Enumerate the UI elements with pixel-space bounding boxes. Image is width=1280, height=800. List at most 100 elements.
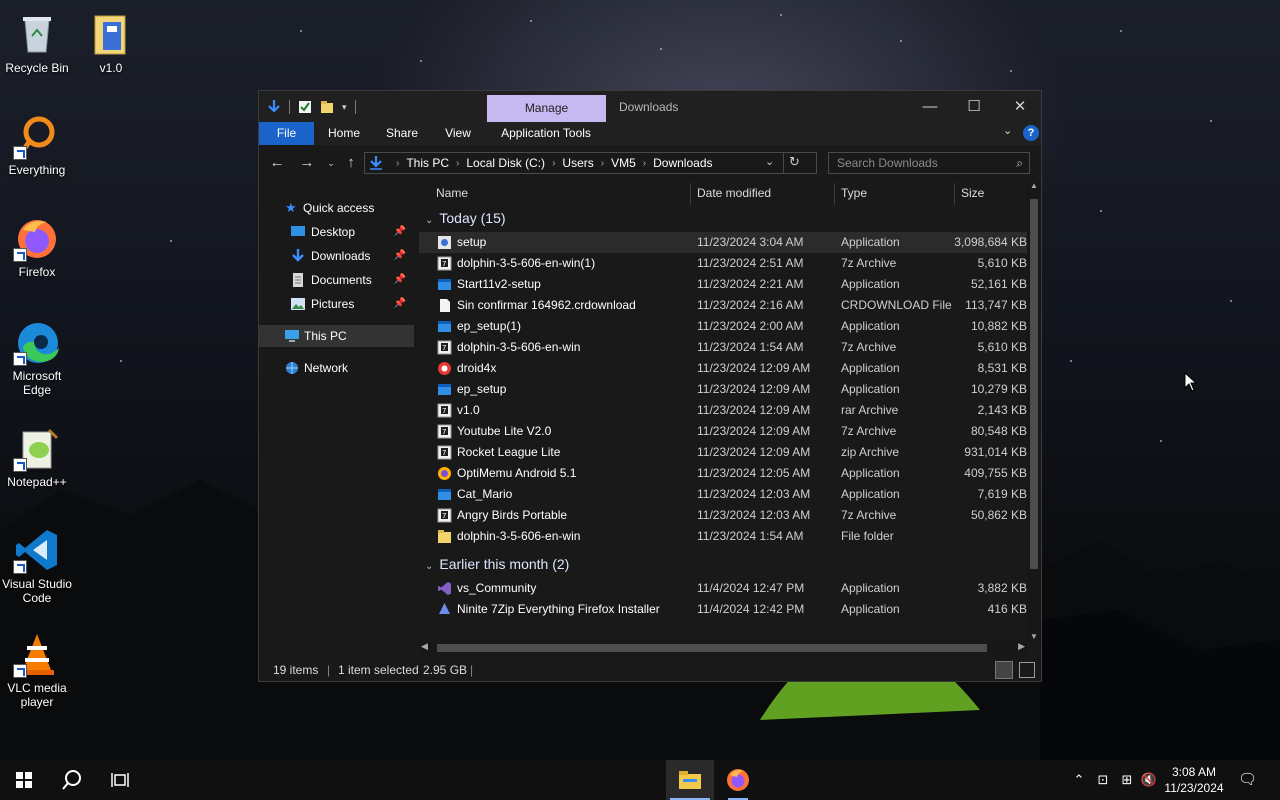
nav-downloads[interactable]: Downloads 📌 <box>259 245 414 267</box>
file-row[interactable]: 7 dolphin-3-5-606-en-win 11/23/2024 1:54 A… <box>419 337 1027 358</box>
file-type: Application <box>841 319 900 333</box>
file-row[interactable]: 7 Angry Birds Portable 11/23/2024 12:03 AM… <box>419 505 1027 526</box>
nav-this-pc[interactable]: This PC <box>259 325 414 347</box>
refresh-button[interactable]: ↻ <box>789 154 800 170</box>
desktop-icon-everything[interactable]: Everything <box>0 112 74 177</box>
desktop-icon-vlc[interactable]: VLC media player <box>0 630 74 709</box>
nav-network[interactable]: Network <box>259 357 414 379</box>
tab-application-tools[interactable]: Application Tools <box>493 122 599 145</box>
large-icons-view-button[interactable] <box>1019 662 1035 678</box>
group-header[interactable]: ⌄ Earlier this month (2) <box>425 553 569 575</box>
file-row[interactable]: vs_Community 11/4/2024 12:47 PM Applicatio… <box>419 578 1027 599</box>
close-button[interactable]: ✕ <box>997 91 1043 122</box>
tab-file[interactable]: File <box>259 122 314 145</box>
vertical-scrollbar[interactable]: ▲ ▼ <box>1027 181 1041 641</box>
column-divider[interactable] <box>954 183 955 205</box>
up-button[interactable]: ↑ <box>341 153 361 173</box>
address-bar[interactable]: › This PC › Local Disk (C:) › Users › VM… <box>364 152 817 174</box>
vscode-icon <box>13 526 61 574</box>
column-divider[interactable] <box>690 183 691 205</box>
breadcrumb-this-pc[interactable]: This PC <box>406 156 449 170</box>
scroll-down-icon[interactable]: ▼ <box>1030 632 1038 641</box>
column-divider[interactable] <box>834 183 835 205</box>
customize-qat-icon[interactable]: ▾ <box>342 102 347 113</box>
tab-home[interactable]: Home <box>319 122 369 145</box>
tab-share[interactable]: Share <box>377 122 427 145</box>
file-row[interactable]: OptiMemu Android 5.1 11/23/2024 12:05 AM A… <box>419 463 1027 484</box>
breadcrumb-local-disk[interactable]: Local Disk (C:) <box>466 156 545 170</box>
file-row[interactable]: Cat_Mario 11/23/2024 12:03 AM Application 7… <box>419 484 1027 505</box>
task-view-button[interactable] <box>96 760 144 800</box>
taskbar-file-explorer[interactable] <box>666 760 714 800</box>
search-button[interactable] <box>48 760 96 800</box>
archive-icon: 7 <box>437 403 452 418</box>
file-row[interactable]: setup 11/23/2024 3:04 AM Application 3,098,… <box>419 232 1027 253</box>
file-row[interactable]: ep_setup 11/23/2024 12:09 AM Application 10… <box>419 379 1027 400</box>
column-header-type[interactable]: Type <box>841 181 867 205</box>
desktop-icon-v1[interactable]: v1.0 <box>74 10 148 75</box>
column-header-date[interactable]: Date modified <box>697 181 771 205</box>
search-input[interactable]: Search Downloads ⌕ <box>828 152 1030 174</box>
nav-quick-access[interactable]: ★ Quick access <box>259 197 414 219</box>
taskbar-firefox[interactable] <box>714 760 762 800</box>
file-name: Cat_Mario <box>457 487 513 501</box>
file-row[interactable]: 7 Youtube Lite V2.0 11/23/2024 12:09 AM 7z … <box>419 421 1027 442</box>
new-folder-icon[interactable] <box>320 100 334 114</box>
start-button[interactable] <box>0 760 48 800</box>
tray-app-icon[interactable]: ⊡ <box>1094 772 1112 788</box>
file-row[interactable]: ep_setup(1) 11/23/2024 2:00 AM Application… <box>419 316 1027 337</box>
breadcrumb-users[interactable]: Users <box>562 156 593 170</box>
file-row[interactable]: Ninite 7Zip Everything Firefox Installer… <box>419 599 1027 620</box>
help-icon[interactable]: ? <box>1023 125 1039 141</box>
address-dropdown-icon[interactable]: ⌄ <box>765 155 774 168</box>
details-view-button[interactable] <box>995 661 1013 679</box>
breadcrumb-downloads[interactable]: Downloads <box>653 156 712 170</box>
minimize-button[interactable]: — <box>907 91 953 122</box>
properties-icon[interactable] <box>298 100 312 114</box>
breadcrumb-vm5[interactable]: VM5 <box>611 156 636 170</box>
group-header[interactable]: ⌄ Today (15) <box>425 207 506 229</box>
recent-locations-button[interactable]: ⌄ <box>321 153 341 173</box>
manage-context-tab[interactable]: Manage <box>487 95 606 122</box>
refresh-icon[interactable] <box>783 153 784 173</box>
volume-muted-icon[interactable]: 🔇 <box>1140 772 1158 788</box>
expand-ribbon-icon[interactable]: ⌄ <box>1003 124 1012 137</box>
desktop-icon-vscode[interactable]: Visual Studio Code <box>0 526 74 605</box>
nav-documents[interactable]: Documents 📌 <box>259 269 414 291</box>
desktop-icon-firefox[interactable]: Firefox <box>0 214 74 279</box>
notifications-icon[interactable]: 🗨 <box>1238 772 1257 788</box>
selection-size: 2.95 GB <box>423 663 468 677</box>
network-tray-icon[interactable]: ⊞ <box>1118 772 1136 788</box>
file-row[interactable]: 7 Rocket League Lite 11/23/2024 12:09 AM zi… <box>419 442 1027 463</box>
tab-view[interactable]: View <box>435 122 481 145</box>
column-header-size[interactable]: Size <box>961 181 984 205</box>
nav-desktop[interactable]: Desktop 📌 <box>259 221 414 243</box>
back-button[interactable]: ← <box>267 153 287 173</box>
file-row[interactable]: 7 v1.0 11/23/2024 12:09 AM rar Archive 2,143… <box>419 400 1027 421</box>
breadcrumb-separator-icon: › <box>396 157 400 169</box>
maximize-button[interactable]: ☐ <box>951 91 997 122</box>
downloads-location-icon <box>370 156 382 170</box>
nav-pictures[interactable]: Pictures 📌 <box>259 293 414 315</box>
group-chevron-icon[interactable]: ⌄ <box>425 210 433 232</box>
scroll-right-icon[interactable]: ▶ <box>1018 641 1025 652</box>
file-row[interactable]: 7 dolphin-3-5-606-en-win(1) 11/23/2024 2:5… <box>419 253 1027 274</box>
scroll-left-icon[interactable]: ◀ <box>421 641 428 652</box>
group-chevron-icon[interactable]: ⌄ <box>425 556 433 578</box>
show-hidden-icons-button[interactable]: ⌃ <box>1070 772 1088 788</box>
vertical-scroll-thumb[interactable] <box>1030 199 1038 569</box>
horizontal-scroll-thumb[interactable] <box>437 644 987 652</box>
file-row[interactable]: droid4x 11/23/2024 12:09 AM Application 8,5… <box>419 358 1027 379</box>
everything-icon <box>13 112 61 160</box>
system-clock[interactable]: 3:08 AM 11/23/2024 <box>1162 764 1226 796</box>
desktop-icon-recycle-bin[interactable]: Recycle Bin <box>0 10 74 75</box>
file-row[interactable]: dolphin-3-5-606-en-win 11/23/2024 1:54 AM… <box>419 526 1027 547</box>
desktop-icon-notepadpp[interactable]: Notepad++ <box>0 424 74 489</box>
forward-button[interactable]: → <box>297 153 317 173</box>
desktop-icon-edge[interactable]: Microsoft Edge <box>0 318 74 397</box>
file-row[interactable]: Sin confirmar 164962.crdownload 11/23/202… <box>419 295 1027 316</box>
file-row[interactable]: Start11v2-setup 11/23/2024 2:21 AM Applica… <box>419 274 1027 295</box>
column-header-name[interactable]: Name <box>436 181 468 205</box>
horizontal-scrollbar[interactable]: ◀ ▶ <box>419 641 1027 655</box>
scroll-up-icon[interactable]: ▲ <box>1030 181 1038 190</box>
